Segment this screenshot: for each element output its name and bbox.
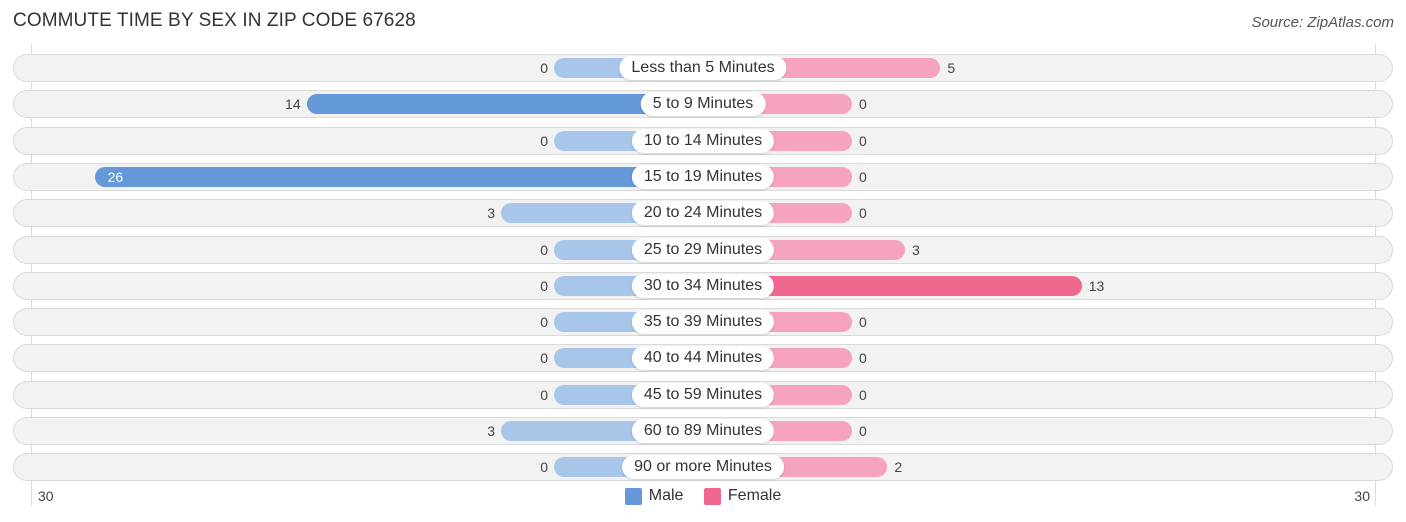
value-label-male: 26 (107, 168, 124, 185)
value-label-female: 3 (912, 241, 920, 258)
legend-item-male[interactable]: Male (624, 487, 684, 505)
legend-label-female: Female (727, 487, 782, 504)
value-label-female: 0 (859, 386, 867, 403)
legend-swatch-male (624, 487, 642, 505)
value-label-male: 0 (540, 132, 548, 149)
value-label-female: 0 (859, 423, 867, 439)
value-label-male: 0 (540, 60, 548, 76)
value-label-male: 14 (285, 96, 301, 113)
value-label-female: 5 (947, 60, 956, 76)
category-label: 45 to 59 Minutes (631, 382, 775, 407)
value-label-female: 0 (859, 96, 867, 113)
value-label-female: 0 (859, 205, 867, 222)
value-label-male: 0 (540, 314, 548, 331)
chart-title: COMMUTE TIME BY SEX IN ZIP CODE 67628 (13, 10, 416, 31)
value-label-male: 0 (540, 386, 548, 403)
category-label: 15 to 19 Minutes (631, 164, 775, 189)
value-label-female: 13 (1088, 277, 1105, 294)
legend: Male Female (0, 487, 1406, 510)
legend-item-female[interactable]: Female (703, 487, 782, 505)
value-label-female: 0 (859, 350, 867, 367)
value-label-male: 0 (540, 241, 548, 258)
value-label-male: 0 (540, 350, 548, 367)
category-label: 30 to 34 Minutes (631, 273, 775, 298)
value-label-male: 3 (487, 423, 495, 439)
value-label-female: 2 (894, 459, 903, 476)
value-label-female: 0 (859, 314, 867, 331)
category-label: 5 to 9 Minutes (640, 92, 766, 117)
category-label: 60 to 89 Minutes (631, 419, 775, 443)
source-label: Source: ZipAtlas.com (1251, 14, 1394, 31)
value-label-male: 0 (540, 277, 548, 294)
value-label-female: 0 (859, 132, 867, 149)
value-label-male: 3 (487, 205, 495, 222)
category-label: 35 to 39 Minutes (631, 310, 775, 335)
legend-swatch-female (703, 487, 721, 505)
legend-label-male: Male (648, 487, 684, 504)
bar-male[interactable] (94, 166, 703, 187)
category-label: 20 to 24 Minutes (631, 201, 775, 226)
value-label-female: 0 (859, 168, 867, 185)
category-label: 10 to 14 Minutes (631, 128, 775, 153)
category-label: 90 or more Minutes (622, 455, 784, 480)
value-label-male: 0 (540, 459, 548, 476)
category-label: 25 to 29 Minutes (631, 237, 775, 262)
category-label: 40 to 44 Minutes (631, 346, 775, 371)
category-label: Less than 5 Minutes (619, 56, 787, 80)
